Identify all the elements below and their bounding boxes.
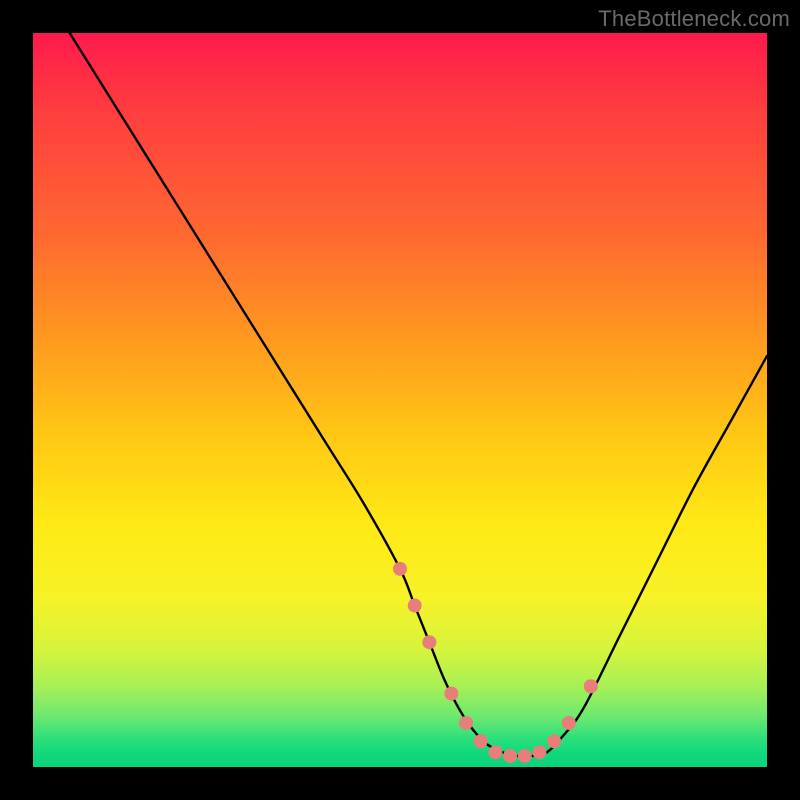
curve-marker: [408, 599, 422, 613]
curve-marker: [488, 745, 502, 759]
chart-overlay: [33, 33, 767, 767]
curve-marker: [422, 635, 436, 649]
curve-marker: [547, 734, 561, 748]
curve-marker: [393, 562, 407, 576]
curve-path: [70, 33, 767, 756]
curve-marker: [562, 716, 576, 730]
curve-marker: [503, 749, 517, 763]
curve-marker: [444, 687, 458, 701]
curve-marker: [584, 679, 598, 693]
curve-marker: [459, 716, 473, 730]
curve-marker: [532, 745, 546, 759]
curve-marker: [518, 749, 532, 763]
chart-frame: TheBottleneck.com: [0, 0, 800, 800]
curve-marker: [474, 734, 488, 748]
watermark-text: TheBottleneck.com: [598, 6, 790, 32]
bottleneck-curve: [70, 33, 767, 756]
